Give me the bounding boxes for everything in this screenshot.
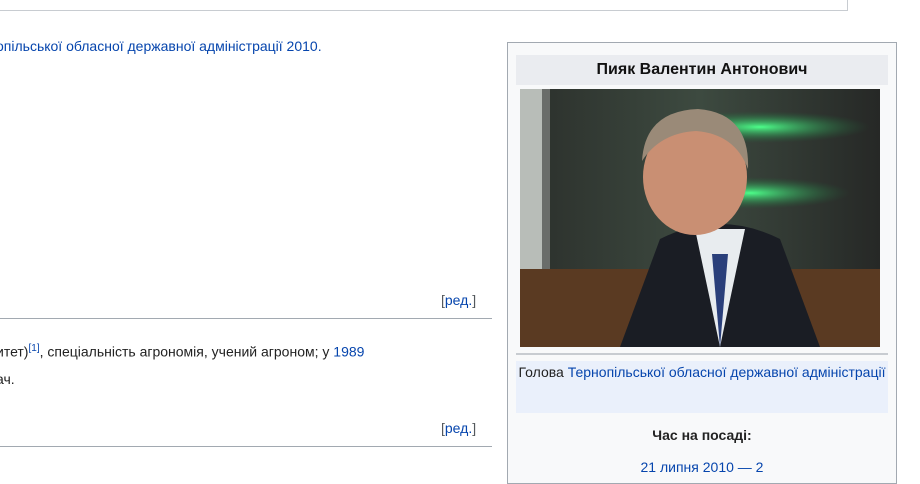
text-fragment: итет) xyxy=(0,343,29,360)
position-link[interactable]: Тернопільської обласної державної адміні… xyxy=(568,364,886,380)
article-paragraph-line: ач. xyxy=(0,371,15,387)
term-value[interactable]: 21 липня 2010 — 2 xyxy=(516,459,888,475)
reference-link[interactable]: [1] xyxy=(28,343,39,354)
infobox-separator xyxy=(516,353,888,355)
edit-section-link[interactable]: [ред.] xyxy=(441,292,476,308)
top-content-box xyxy=(0,0,848,11)
text-fragment: , спеціальність агрономія, учений агроно… xyxy=(39,343,334,360)
term-label: Час на посаді: xyxy=(652,427,752,443)
infobox-title: Пияк Валентин Антонович xyxy=(516,55,888,85)
edit-bracket-close: ] xyxy=(472,292,477,308)
position-prefix: Голова xyxy=(518,364,568,380)
edit-link-label[interactable]: ред. xyxy=(445,420,472,436)
section-divider xyxy=(0,446,492,447)
infobox: Пияк Валентин Антонович Голова Тернопіль… xyxy=(507,42,897,484)
edit-bracket-close: ] xyxy=(472,420,477,436)
article-paragraph-line: итет)[1], спеціальність агрономія, учени… xyxy=(0,343,364,360)
portrait-illustration xyxy=(520,89,880,347)
portrait-photo[interactable] xyxy=(520,89,880,347)
section-divider xyxy=(0,318,492,319)
edit-section-link[interactable]: [ред.] xyxy=(441,420,476,436)
year-link[interactable]: 1989 xyxy=(333,344,364,360)
article-text-line[interactable]: опільської обласної державної адміністра… xyxy=(0,38,322,54)
edit-link-label[interactable]: ред. xyxy=(445,292,472,308)
infobox-position: Голова Тернопільської обласної державної… xyxy=(516,361,888,413)
